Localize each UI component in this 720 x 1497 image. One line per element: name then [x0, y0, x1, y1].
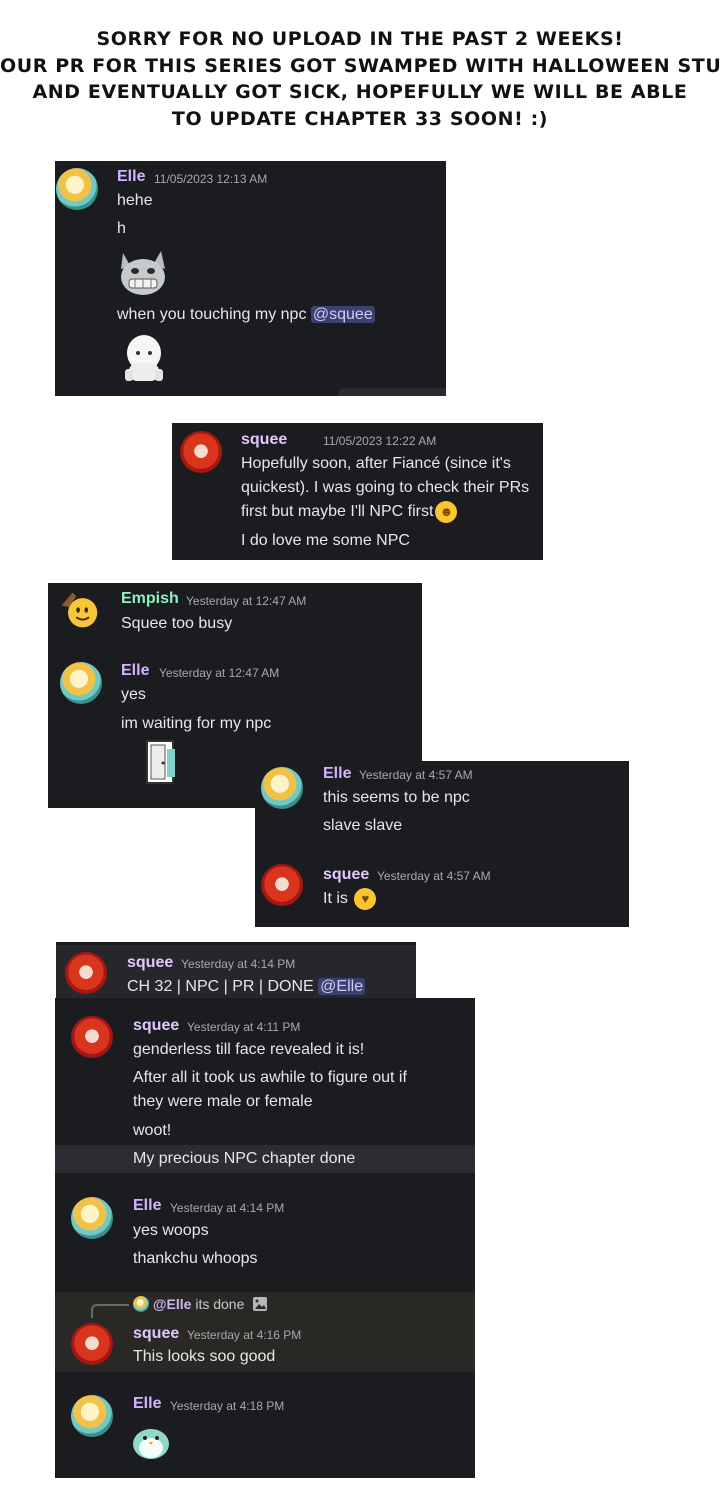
timestamp: Yesterday at 4:16 PM	[187, 1328, 302, 1342]
timestamp: Yesterday at 12:47 AM	[159, 666, 280, 680]
message-text: genderless till face revealed it is!	[133, 1041, 365, 1058]
message-text: yes woops	[133, 1222, 209, 1239]
username[interactable]: Empish	[121, 590, 179, 608]
message-line: CH 32 | NPC | PR | DONE	[127, 978, 319, 995]
elle-avatar[interactable]	[60, 662, 102, 704]
message-text: CH 32 | NPC | PR | DONE @Elle	[127, 975, 366, 999]
username[interactable]: squee	[133, 1325, 179, 1343]
message-text: Hopefully soon, after Fiancé (since it's	[241, 455, 511, 472]
notice-line: Our PR for this series got swamped with …	[0, 54, 720, 77]
timestamp: Yesterday at 12:47 AM	[186, 594, 307, 608]
username[interactable]: Elle	[121, 662, 149, 680]
message-text: when you touching my npc @squee	[117, 303, 375, 327]
chat-screenshot-2: squee 11/05/2023 12:22 AM Hopefully soon…	[172, 423, 543, 560]
elle-avatar[interactable]	[71, 1395, 113, 1437]
timestamp: Yesterday at 4:18 PM	[170, 1399, 285, 1413]
elle-avatar[interactable]	[56, 168, 98, 210]
rofl-emoji: ☻	[435, 500, 458, 523]
message-text: woot!	[133, 1122, 172, 1139]
door-sticker	[146, 740, 175, 784]
penguin-sticker	[133, 1429, 169, 1459]
mention-elle[interactable]: @Elle	[318, 978, 366, 995]
white-blob-sticker	[125, 335, 163, 381]
kiss-emoji: ♥	[354, 887, 377, 910]
message-text: It is ♥	[323, 887, 377, 911]
notice-line: and eventually got sick, hopefully we wi…	[32, 81, 688, 103]
message-text: This looks soo good	[133, 1348, 276, 1365]
notice-line: Sorry for no upload in the past 2 weeks!	[96, 28, 624, 50]
timestamp: Yesterday at 4:14 PM	[170, 1201, 285, 1215]
message-text: quickest). I was going to check their PR…	[241, 479, 530, 496]
message-line: It is	[323, 890, 348, 907]
username[interactable]: squee	[241, 431, 287, 449]
elle-avatar[interactable]	[261, 767, 303, 809]
message-line: first but maybe I'll NPC first	[241, 503, 434, 520]
timestamp: Yesterday at 4:14 PM	[181, 957, 296, 971]
reply-mention[interactable]: @Elle	[153, 1296, 192, 1312]
chat-screenshot-4: Elle Yesterday at 4:57 AM this seems to …	[255, 761, 629, 927]
message-text: I do love me some NPC	[241, 532, 410, 549]
timestamp: 11/05/2023 12:22 AM	[323, 434, 437, 448]
message-caption: when you touching my npc	[117, 306, 311, 323]
notice-line: to update Chapter 33 soon! :)	[171, 107, 549, 130]
timestamp: 11/05/2023 12:13 AM	[154, 172, 268, 186]
message-text: slave slave	[323, 817, 403, 834]
chat-screenshot-6: squee Yesterday at 4:11 PM genderless ti…	[55, 998, 475, 1478]
message-text: first but maybe I'll NPC first ☻	[241, 500, 458, 524]
scroll-indicator	[338, 388, 446, 396]
message-text: h	[117, 220, 126, 237]
elle-mini-avatar	[133, 1296, 149, 1312]
reply-text: its done	[191, 1296, 245, 1312]
reply-connector	[91, 1304, 129, 1318]
empish-avatar[interactable]	[58, 589, 100, 631]
message-text: thankchu whoops	[133, 1250, 258, 1267]
timestamp: Yesterday at 4:57 AM	[359, 768, 473, 782]
username[interactable]: Elle	[133, 1197, 161, 1215]
username[interactable]: squee	[133, 1017, 179, 1035]
image-icon	[253, 1297, 268, 1311]
message-text: they were male or female	[133, 1093, 313, 1110]
message-text: My precious NPC chapter done	[133, 1150, 356, 1167]
message-text: this seems to be npc	[323, 789, 470, 806]
message-text: hehe	[117, 192, 153, 209]
timestamp: Yesterday at 4:11 PM	[187, 1020, 301, 1034]
username[interactable]: squee	[323, 866, 369, 884]
chat-screenshot-5: squee Yesterday at 4:14 PM CH 32 | NPC |…	[56, 942, 416, 1001]
squee-avatar[interactable]	[71, 1016, 113, 1058]
grinning-cat-sticker	[121, 251, 165, 295]
chat-screenshot-1: Elle 11/05/2023 12:13 AM hehe h when you…	[55, 161, 446, 396]
username[interactable]: Elle	[117, 168, 145, 186]
message-text: yes	[121, 686, 146, 703]
message-text: im waiting for my npc	[121, 715, 272, 732]
squee-avatar[interactable]	[65, 952, 107, 994]
squee-avatar[interactable]	[261, 864, 303, 906]
username[interactable]: Elle	[323, 765, 351, 783]
announcement-notice: Sorry for no upload in the past 2 weeks!…	[0, 26, 720, 132]
elle-avatar[interactable]	[71, 1197, 113, 1239]
squee-avatar[interactable]	[71, 1323, 113, 1365]
username[interactable]: Elle	[133, 1395, 161, 1413]
message-text: Squee too busy	[121, 615, 233, 632]
reply-preview[interactable]: @Elle its done	[133, 1296, 268, 1314]
username[interactable]: squee	[127, 954, 173, 972]
message-text: After all it took us awhile to figure ou…	[133, 1069, 407, 1086]
timestamp: Yesterday at 4:57 AM	[377, 869, 491, 883]
mention-squee[interactable]: @squee	[310, 306, 375, 323]
squee-avatar[interactable]	[180, 431, 222, 473]
